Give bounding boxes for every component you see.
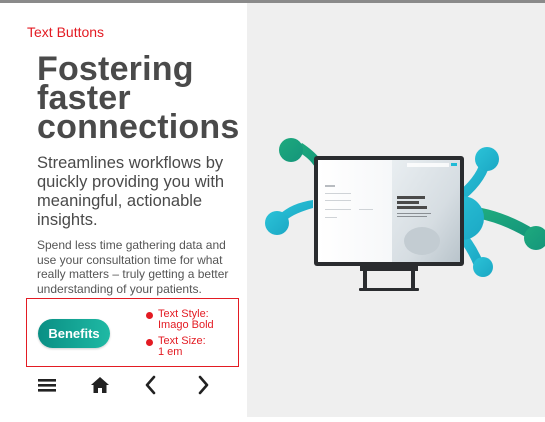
section-caption: Text Buttons (27, 24, 105, 40)
hero-title-line: connections (37, 108, 240, 146)
benefits-button[interactable]: Benefits (38, 319, 110, 348)
home-icon[interactable] (89, 372, 115, 398)
monitor (314, 156, 464, 291)
preview-panel (247, 3, 545, 417)
bullet-icon (146, 312, 153, 319)
hamburger-menu-icon[interactable] (37, 372, 63, 398)
text-style-value: Imago Bold (158, 319, 214, 331)
text-size-value: 1 em (158, 346, 183, 358)
hero-subtitle: Streamlines workflows by quickly providi… (37, 154, 225, 229)
monitor-illustration (265, 138, 545, 291)
hero-title: Fostering faster connections (37, 52, 240, 146)
hero-body-text: Spend less time gathering data and use y… (37, 238, 229, 296)
chevron-left-icon[interactable] (140, 372, 166, 398)
bullet-icon (146, 339, 153, 346)
chevron-right-icon[interactable] (192, 372, 218, 398)
